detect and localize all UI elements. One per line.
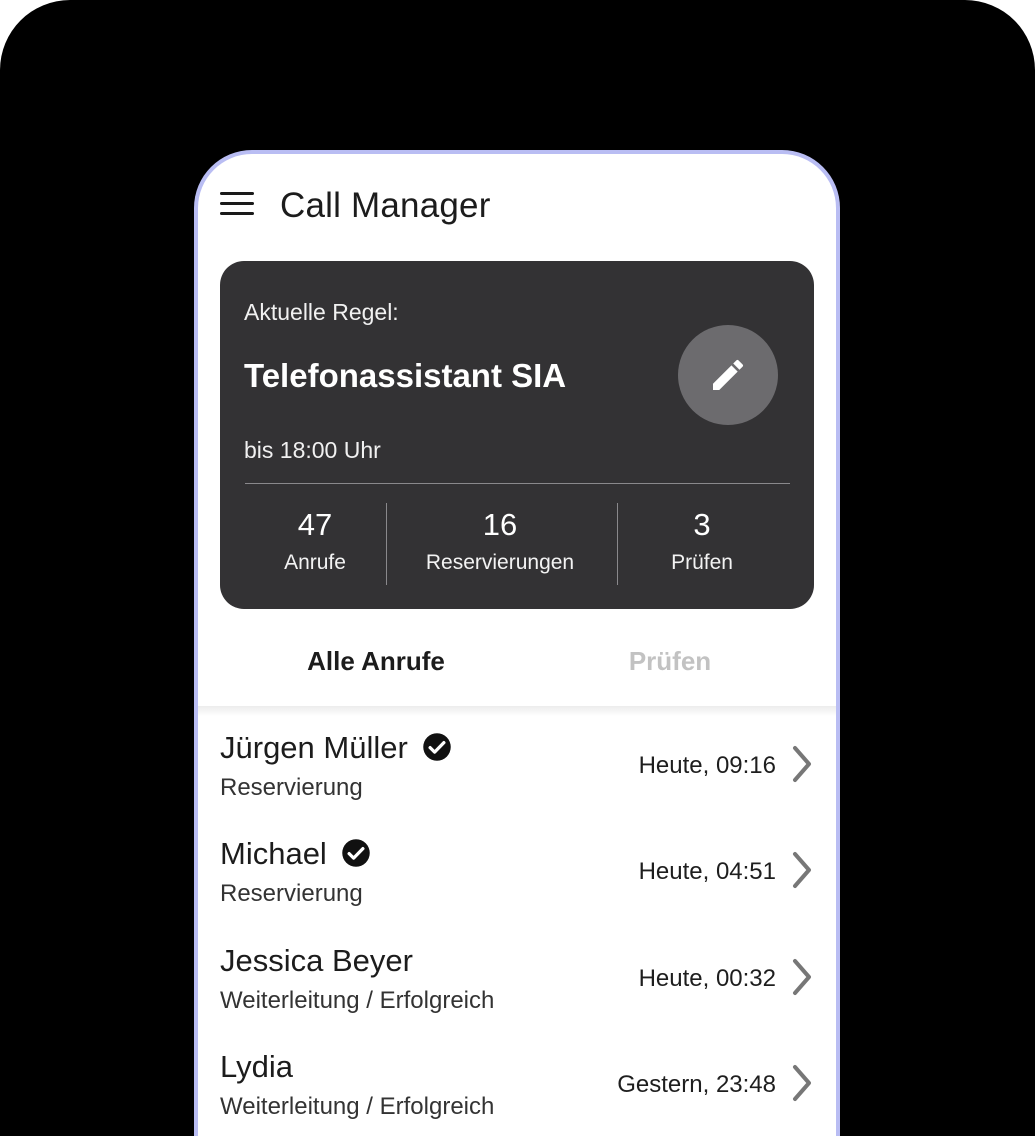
caller-name: Michael	[220, 836, 327, 871]
edit-rule-button[interactable]	[678, 325, 778, 425]
rule-until: bis 18:00 Uhr	[244, 437, 381, 463]
rule-label: Aktuelle Regel:	[244, 299, 399, 325]
card-divider	[245, 483, 790, 484]
tab-bar: Alle Anrufe Prüfen	[198, 622, 836, 708]
call-time: Gestern, 23:48	[617, 1071, 776, 1098]
call-time: Heute, 04:51	[638, 858, 776, 885]
rule-name: Telefonassistant SIA	[244, 357, 567, 394]
pencil-icon	[713, 359, 744, 390]
caller-name: Jürgen Müller	[220, 730, 408, 765]
app-title: Call Manager	[280, 186, 491, 225]
device-frame: Call Manager Aktuelle Regel: Telefonassi…	[0, 0, 1035, 1136]
stat-reservations-label: Reservierungen	[425, 551, 575, 574]
call-time: Heute, 09:16	[638, 752, 776, 779]
caller-name: Lydia	[220, 1049, 293, 1084]
app-screen: Call Manager Aktuelle Regel: Telefonassi…	[198, 154, 836, 1136]
call-status: Weiterleitung / Erfolgreich	[220, 987, 495, 1014]
chevron-right-icon	[793, 746, 811, 782]
list-item[interactable]: Michael Reservierung Heute, 04:51	[198, 816, 836, 922]
call-status: Weiterleitung / Erfolgreich	[220, 1093, 495, 1120]
call-time: Heute, 00:32	[638, 965, 776, 992]
caller-name: Jessica Beyer	[220, 943, 413, 978]
check-circle-icon	[342, 839, 370, 867]
hamburger-menu-icon[interactable]	[220, 192, 254, 218]
tab-review[interactable]: Prüfen	[550, 646, 790, 677]
tab-all-calls[interactable]: Alle Anrufe	[256, 646, 496, 677]
current-rule-card: Aktuelle Regel: Telefonassistant SIA bis…	[220, 261, 814, 609]
stat-calls: 47 Anrufe	[275, 507, 355, 575]
list-item[interactable]: Jürgen Müller Reservierung Heute, 09:16	[198, 710, 836, 816]
stat-calls-label: Anrufe	[284, 551, 346, 574]
app-bar: Call Manager	[198, 154, 836, 254]
chevron-right-icon	[793, 1065, 811, 1101]
stat-calls-value: 47	[297, 507, 333, 542]
stat-separator	[617, 503, 618, 585]
call-status: Reservierung	[220, 880, 363, 907]
stat-reservations: 16 Reservierungen	[410, 507, 590, 575]
caller-name-wrap: Jürgen Müller	[220, 730, 452, 766]
check-circle-icon	[423, 733, 451, 761]
chevron-right-icon	[793, 852, 811, 888]
caller-name-wrap: Michael	[220, 836, 371, 872]
call-status: Reservierung	[220, 774, 363, 801]
list-item[interactable]: Jessica Beyer Weiterleitung / Erfolgreic…	[198, 923, 836, 1029]
stat-reservations-value: 16	[482, 507, 518, 542]
stat-review: 3 Prüfen	[652, 507, 752, 575]
stat-separator	[386, 503, 387, 585]
phone-bezel: Call Manager Aktuelle Regel: Telefonassi…	[194, 150, 840, 1136]
list-item[interactable]: Lydia Weiterleitung / Erfolgreich Gester…	[198, 1029, 836, 1135]
chevron-right-icon	[793, 959, 811, 995]
stat-review-value: 3	[693, 507, 711, 542]
stat-review-label: Prüfen	[671, 551, 733, 574]
